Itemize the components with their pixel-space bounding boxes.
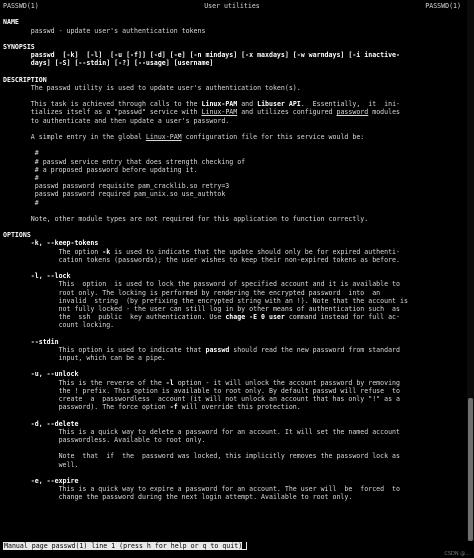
option-text: The option -k is used to indicate that t… [3, 247, 400, 256]
header-right: PASSWD(1) [425, 2, 461, 10]
code-line: # [3, 198, 39, 207]
desc-line: to authenticate and then update a user's… [3, 116, 230, 125]
option-text: passwordless. Available to root only. [3, 435, 206, 444]
scrollbar-thumb[interactable] [468, 398, 473, 541]
option-text: This option is used to indicate that pas… [3, 345, 400, 354]
option-flag-lock: -l, --lock [30, 272, 71, 281]
code-line: passwd password requisite pam_cracklib.s… [3, 182, 230, 191]
section-description: DESCRIPTION [3, 75, 47, 84]
desc-line: tializes itself as a "passwd" service wi… [3, 108, 401, 117]
synopsis-line-1: passwd [-k] [-l] [-u [-f]] [-d] [-e] [-n… [3, 51, 400, 60]
option-text: not fully locked - the user can still lo… [3, 304, 400, 313]
option-text: the ssh public key authentication. Use c… [3, 313, 400, 322]
option-text: cation tokens (passwords); the user wish… [3, 255, 400, 264]
option-text: count locking. [3, 321, 115, 330]
section-options: OPTIONS [3, 231, 31, 240]
watermark: CSDN @... [444, 551, 470, 557]
section-synopsis: SYNOPSIS [3, 42, 35, 51]
option-flag-keep-tokens: -k, --keep-tokens [30, 239, 99, 248]
section-name: NAME [3, 18, 19, 27]
synopsis-line-2: days] [-S] [--stdin] [-?] [--usage] [use… [3, 59, 214, 68]
scrollbar[interactable] [467, 0, 474, 541]
option-flag-delete: -d, --delete [30, 419, 79, 428]
option-text: the ! prefix. This option is available t… [3, 386, 400, 395]
option-text: create a passwordless account (it will n… [3, 395, 400, 404]
option-text: This is the reverse of the -l option - i… [3, 378, 400, 387]
code-line: passwd password required pam_unix.so use… [3, 190, 226, 199]
option-text: Note that if the password was locked, th… [3, 452, 400, 461]
option-flag-stdin: --stdin [30, 337, 59, 346]
desc-line: A simple entry in the global Linux-PAM c… [3, 133, 365, 142]
code-line: # [3, 173, 39, 182]
pager-status-bar: Manual page passwd(1) line 1 (press h fo… [3, 542, 248, 550]
option-text: password). The force option -f will over… [3, 403, 301, 412]
option-flag-unlock: -u, --unlock [30, 370, 79, 379]
man-header: PASSWD(1) User utilities PASSWD(1) [3, 2, 461, 10]
code-line: # passwd service entry that does strengt… [3, 157, 246, 166]
desc-line: This task is achieved through calls to t… [3, 100, 401, 109]
desc-line: The passwd utility is used to update use… [3, 83, 301, 92]
option-text: well. [3, 460, 79, 469]
header-center: User utilities [204, 2, 260, 10]
terminal-screen: PASSWD(1) User utilities PASSWD(1) NAME … [0, 0, 466, 541]
header-left: PASSWD(1) [3, 2, 39, 10]
option-flag-expire: -e, --expire [30, 476, 79, 485]
status-text: Manual page passwd(1) line 1 (press h fo… [4, 542, 243, 550]
text-cursor [242, 542, 247, 549]
name-line: passwd - update user's authentication to… [3, 26, 206, 35]
desc-line: Note, other module types are not require… [3, 214, 369, 223]
option-text: invalid string (by prefixing the encrypt… [3, 296, 408, 305]
option-text: This is a quick way to expire a password… [3, 485, 400, 494]
option-text: root only. The locking is performed by r… [3, 288, 381, 297]
code-line: # a proposed password before updating it… [3, 165, 198, 174]
code-line: # [3, 149, 39, 158]
option-text: input, which can be a pipe. [3, 354, 166, 363]
option-text: This is a quick way to delete a password… [3, 427, 400, 436]
option-text: change the password during the next logi… [3, 493, 353, 502]
option-text: This option is used to lock the password… [3, 280, 400, 289]
